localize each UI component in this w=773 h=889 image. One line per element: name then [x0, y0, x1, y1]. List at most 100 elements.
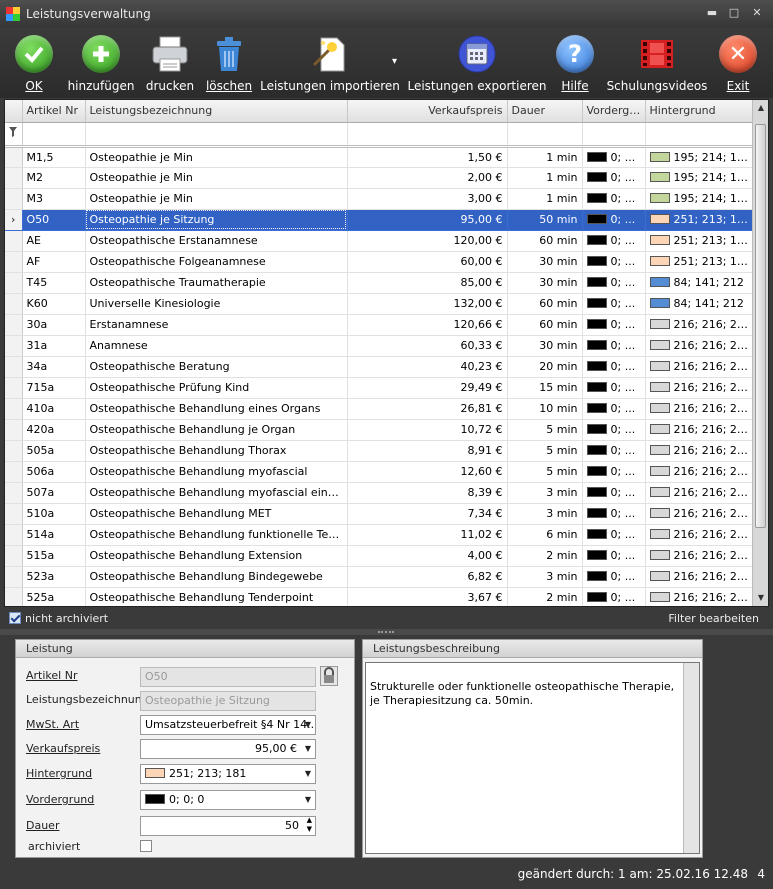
cell-hintergrund[interactable]: 195; 214; 155 [645, 167, 754, 189]
cell-dauer[interactable]: 3 min [507, 503, 583, 525]
cell-dauer[interactable]: 60 min [507, 293, 583, 315]
row-header[interactable]: › [5, 209, 23, 231]
cell-artikel[interactable]: 30a [22, 314, 86, 336]
cell-preis[interactable]: 132,00 € [347, 293, 508, 315]
cell-vordergrund[interactable]: 0; ... [582, 440, 646, 462]
cell-dauer[interactable]: 1 min [507, 188, 583, 210]
cell-vordergrund[interactable]: 0; ... [582, 314, 646, 336]
lock-icon[interactable] [320, 666, 338, 686]
cell-dauer[interactable]: 5 min [507, 419, 583, 441]
cell-bezeichnung[interactable]: Osteopathische Behandlung myofascial [85, 461, 348, 483]
cell-bezeichnung[interactable]: Osteopathische Behandlung Tenderpoint [85, 587, 348, 606]
filter-cell-dauer[interactable] [507, 122, 583, 148]
cell-dauer[interactable]: 1 min [507, 146, 583, 168]
cell-dauer[interactable]: 60 min [507, 314, 583, 336]
cell-hintergrund[interactable]: 216; 216; 216 [645, 545, 754, 567]
row-header[interactable] [5, 587, 23, 606]
cell-bezeichnung[interactable]: Osteopathie je Sitzung [85, 209, 348, 231]
column-header-bezeichnung[interactable]: Leistungsbezeichnung [85, 100, 348, 123]
cell-preis[interactable]: 40,23 € [347, 356, 508, 378]
cell-vordergrund[interactable]: 0; ... [582, 545, 646, 567]
import-dropdown-arrow[interactable]: ▾ [392, 56, 397, 67]
cell-artikel[interactable]: 510a [22, 503, 86, 525]
cell-artikel[interactable]: 523a [22, 566, 86, 588]
table-row[interactable]: 525a Osteopathische Behandlung Tenderpoin… [5, 587, 754, 606]
cell-dauer[interactable]: 10 min [507, 398, 583, 420]
cell-artikel[interactable]: O50 [22, 209, 86, 231]
table-row[interactable]: M2 Osteopathie je Min 2,00 €1 min 0; ... 195… [5, 167, 754, 189]
cell-dauer[interactable]: 3 min [507, 482, 583, 504]
cell-vordergrund[interactable]: 0; ... [582, 524, 646, 546]
cell-hintergrund[interactable]: 216; 216; 216 [645, 461, 754, 483]
cell-bezeichnung[interactable]: Universelle Kinesiologie [85, 293, 348, 315]
cell-hintergrund[interactable]: 216; 216; 216 [645, 482, 754, 504]
cell-preis[interactable]: 120,00 € [347, 230, 508, 252]
cell-bezeichnung[interactable]: Osteopathische Behandlung je Organ [85, 419, 348, 441]
cell-hintergrund[interactable]: 251; 213; 181 [645, 251, 754, 273]
column-header-artikel[interactable]: Artikel Nr [22, 100, 86, 123]
cell-hintergrund[interactable]: 216; 216; 216 [645, 356, 754, 378]
cell-artikel[interactable]: 31a [22, 335, 86, 357]
cell-preis[interactable]: 60,00 € [347, 251, 508, 273]
cell-vordergrund[interactable]: 0; ... [582, 377, 646, 399]
cell-preis[interactable]: 7,34 € [347, 503, 508, 525]
row-header[interactable] [5, 461, 23, 483]
cell-artikel[interactable]: T45 [22, 272, 86, 294]
cell-hintergrund[interactable]: 216; 216; 216 [645, 503, 754, 525]
row-header[interactable] [5, 398, 23, 420]
column-header-vordergrund[interactable]: Vordergr... [582, 100, 646, 123]
cell-artikel[interactable]: M2 [22, 167, 86, 189]
cell-artikel[interactable]: 514a [22, 524, 86, 546]
cell-hintergrund[interactable]: 216; 216; 216 [645, 440, 754, 462]
cell-dauer[interactable]: 30 min [507, 251, 583, 273]
hintergrund-select[interactable]: 251; 213; 181 ▼ [140, 764, 316, 784]
cell-bezeichnung[interactable]: Osteopathische Folgeanamnese [85, 251, 348, 273]
table-row[interactable]: 510a Osteopathische Behandlung MET 7,34 €3… [5, 503, 754, 525]
cell-artikel[interactable]: M3 [22, 188, 86, 210]
cell-dauer[interactable]: 50 min [507, 209, 583, 231]
cell-bezeichnung[interactable]: Osteopathische Behandlung funktionelle T… [85, 524, 348, 546]
cell-vordergrund[interactable]: 0; ... [582, 209, 646, 231]
scroll-up-arrow[interactable]: ▲ [753, 100, 768, 116]
cell-dauer[interactable]: 60 min [507, 230, 583, 252]
filter-cell-bezeichnung[interactable] [85, 122, 348, 148]
row-header[interactable] [5, 272, 23, 294]
table-row[interactable]: 505a Osteopathische Behandlung Thorax 8,91… [5, 440, 754, 462]
cell-vordergrund[interactable]: 0; ... [582, 587, 646, 606]
cell-vordergrund[interactable]: 0; ... [582, 230, 646, 252]
cell-artikel[interactable]: 515a [22, 545, 86, 567]
table-row[interactable]: 31a Anamnese 60,33 €30 min 0; ... 216; 216; … [5, 335, 754, 357]
row-header[interactable] [5, 566, 23, 588]
cell-dauer[interactable]: 30 min [507, 272, 583, 294]
stepper-arrows-icon[interactable]: ▲ ▼ [307, 817, 312, 834]
row-header[interactable] [5, 377, 23, 399]
cell-artikel[interactable]: M1,5 [22, 146, 86, 168]
cell-artikel[interactable]: 525a [22, 587, 86, 606]
bezeichnung-field[interactable]: Osteopathie je Sitzung [140, 691, 316, 711]
cell-preis[interactable]: 2,00 € [347, 167, 508, 189]
cell-artikel[interactable]: 715a [22, 377, 86, 399]
cell-vordergrund[interactable]: 0; ... [582, 293, 646, 315]
cell-hintergrund[interactable]: 251; 213; 181 [645, 209, 754, 231]
row-header[interactable] [5, 503, 23, 525]
print-button[interactable]: drucken [146, 30, 194, 96]
vordergrund-select[interactable]: 0; 0; 0 ▼ [140, 790, 316, 810]
cell-bezeichnung[interactable]: Erstanamnese [85, 314, 348, 336]
table-row[interactable]: 715a Osteopathische Prüfung Kind 29,49 €15… [5, 377, 754, 399]
cell-preis[interactable]: 1,50 € [347, 146, 508, 168]
minimize-button[interactable]: ▬ [704, 6, 720, 20]
cell-preis[interactable]: 10,72 € [347, 419, 508, 441]
cell-vordergrund[interactable]: 0; ... [582, 419, 646, 441]
table-row[interactable]: 34a Osteopathische Beratung 40,23 €20 min 0… [5, 356, 754, 378]
cell-bezeichnung[interactable]: Osteopathische Behandlung Extension [85, 545, 348, 567]
cell-preis[interactable]: 11,02 € [347, 524, 508, 546]
cell-dauer[interactable]: 6 min [507, 524, 583, 546]
cell-hintergrund[interactable]: 195; 214; 155 [645, 146, 754, 168]
cell-hintergrund[interactable]: 216; 216; 216 [645, 335, 754, 357]
row-header[interactable] [5, 524, 23, 546]
scroll-down-arrow[interactable]: ▼ [753, 590, 768, 606]
archiviert-checkbox[interactable] [140, 840, 152, 852]
cell-hintergrund[interactable]: 216; 216; 216 [645, 566, 754, 588]
cell-hintergrund[interactable]: 216; 216; 216 [645, 419, 754, 441]
cell-artikel[interactable]: 506a [22, 461, 86, 483]
